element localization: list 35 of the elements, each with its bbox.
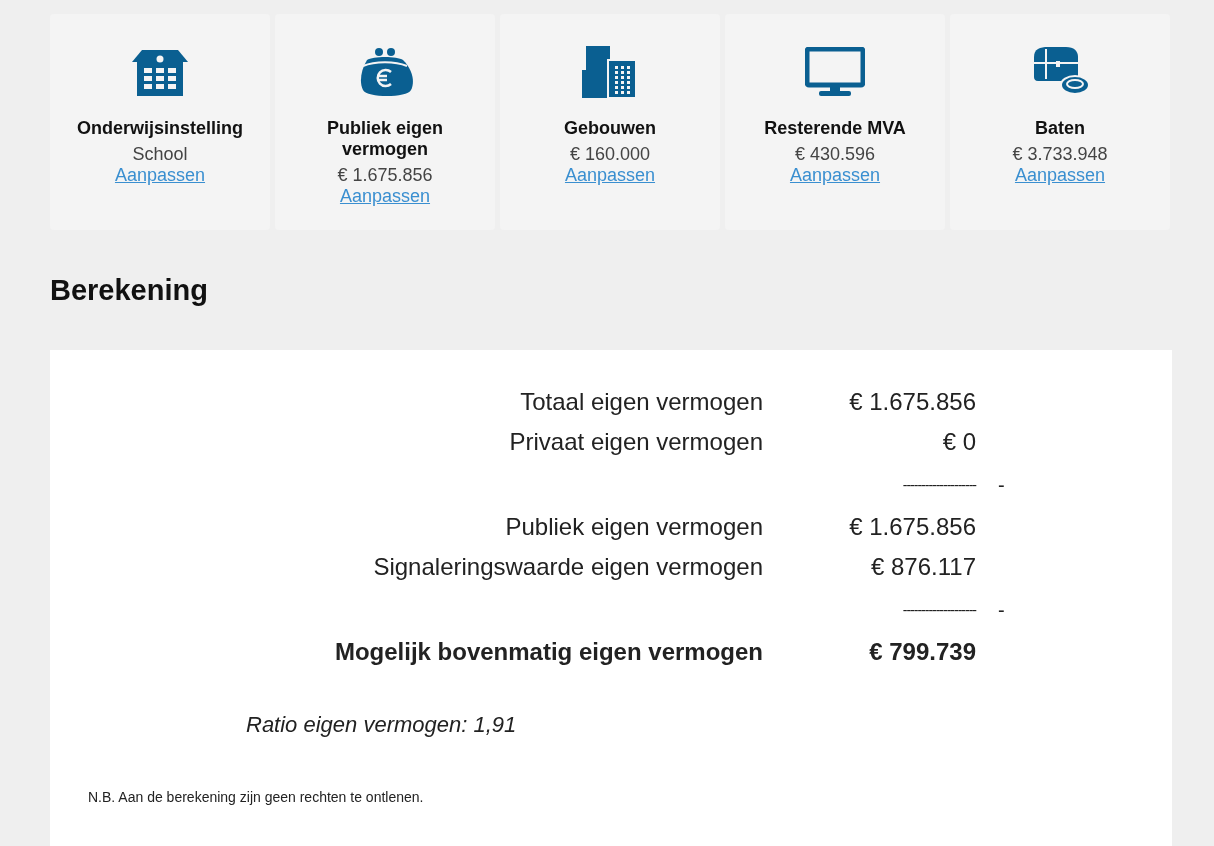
calculation-value: € 876.117 (870, 552, 976, 582)
buildings-icon (582, 46, 638, 98)
card-value: € 1.675.856 (337, 164, 433, 186)
card-title: Resterende MVA (763, 118, 907, 139)
calculation-label: Privaat eigen vermogen (508, 427, 763, 457)
edit-link[interactable]: Aanpassen (789, 165, 881, 185)
edit-link[interactable]: Aanpassen (339, 186, 431, 206)
calculation-label: Totaal eigen vermogen (519, 387, 763, 417)
edit-link[interactable]: Aanpassen (1014, 165, 1106, 185)
card-title: Onderwijsinstelling (76, 118, 244, 139)
ratio-text: Ratio eigen vermogen: 1,91 (246, 711, 518, 739)
disclaimer-text: N.B. Aan de berekening zijn geen rechten te ontlenen. (88, 788, 425, 807)
edit-link[interactable]: Aanpassen (114, 165, 206, 185)
calculation-value: € 1.675.856 (848, 387, 976, 417)
card-title: Baten (1034, 118, 1086, 139)
minus-sign: - (998, 474, 1005, 495)
section-heading: Berekening (50, 273, 209, 308)
card-value: € 430.596 (794, 143, 876, 165)
calculation-value: € 0 (941, 427, 976, 457)
monitor-icon (805, 47, 865, 97)
calculation-label: Signaleringswaarde eigen vermogen (372, 552, 763, 582)
calculation-label: Publiek eigen vermogen (504, 512, 763, 542)
school-icon (132, 48, 188, 96)
calculation-label: Mogelijk bovenmatig eigen vermogen (333, 637, 763, 667)
card-title: Gebouwen (563, 118, 657, 139)
edit-link[interactable]: Aanpassen (564, 165, 656, 185)
card-title: Publiek eigen vermogen (325, 118, 444, 160)
card-value: School (132, 143, 188, 165)
minus-sign: - (998, 599, 1005, 620)
calculation-value: € 799.739 (868, 637, 976, 667)
calculation-value: € 1.675.856 (848, 512, 976, 542)
separator-dashes: -------------------- (902, 602, 976, 617)
card-value: € 160.000 (569, 143, 651, 165)
card-value: € 3.733.948 (1012, 143, 1108, 165)
separator-dashes: -------------------- (902, 477, 976, 492)
